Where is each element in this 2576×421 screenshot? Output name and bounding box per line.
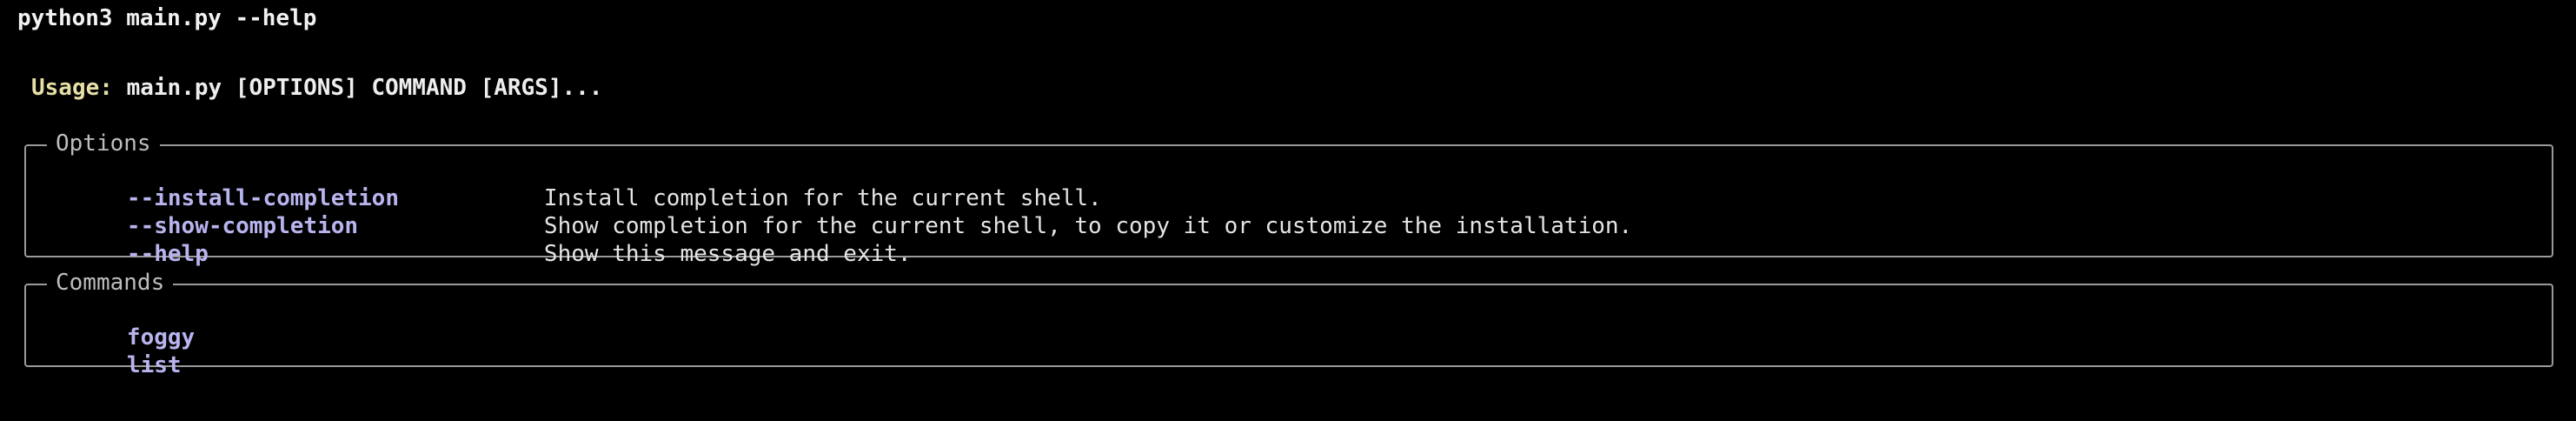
commands-panel: Commands foggy list — [24, 270, 2553, 378]
usage-line: Usage: main.py [OPTIONS] COMMAND [ARGS].… — [31, 75, 602, 101]
command-name: list — [126, 352, 182, 378]
commands-panel-title: Commands — [47, 270, 174, 296]
options-panel-title: Options — [47, 130, 160, 157]
options-panel: Options --install-completion Install comp… — [24, 130, 2553, 267]
command-row: list — [45, 324, 182, 407]
usage-label: Usage: — [31, 75, 113, 101]
option-description: Show this message and exit. — [543, 241, 912, 267]
usage-text: main.py [OPTIONS] COMMAND [ARGS]... — [126, 75, 603, 101]
command-line: python3 main.py --help — [17, 5, 317, 31]
option-name: --help — [126, 241, 209, 267]
